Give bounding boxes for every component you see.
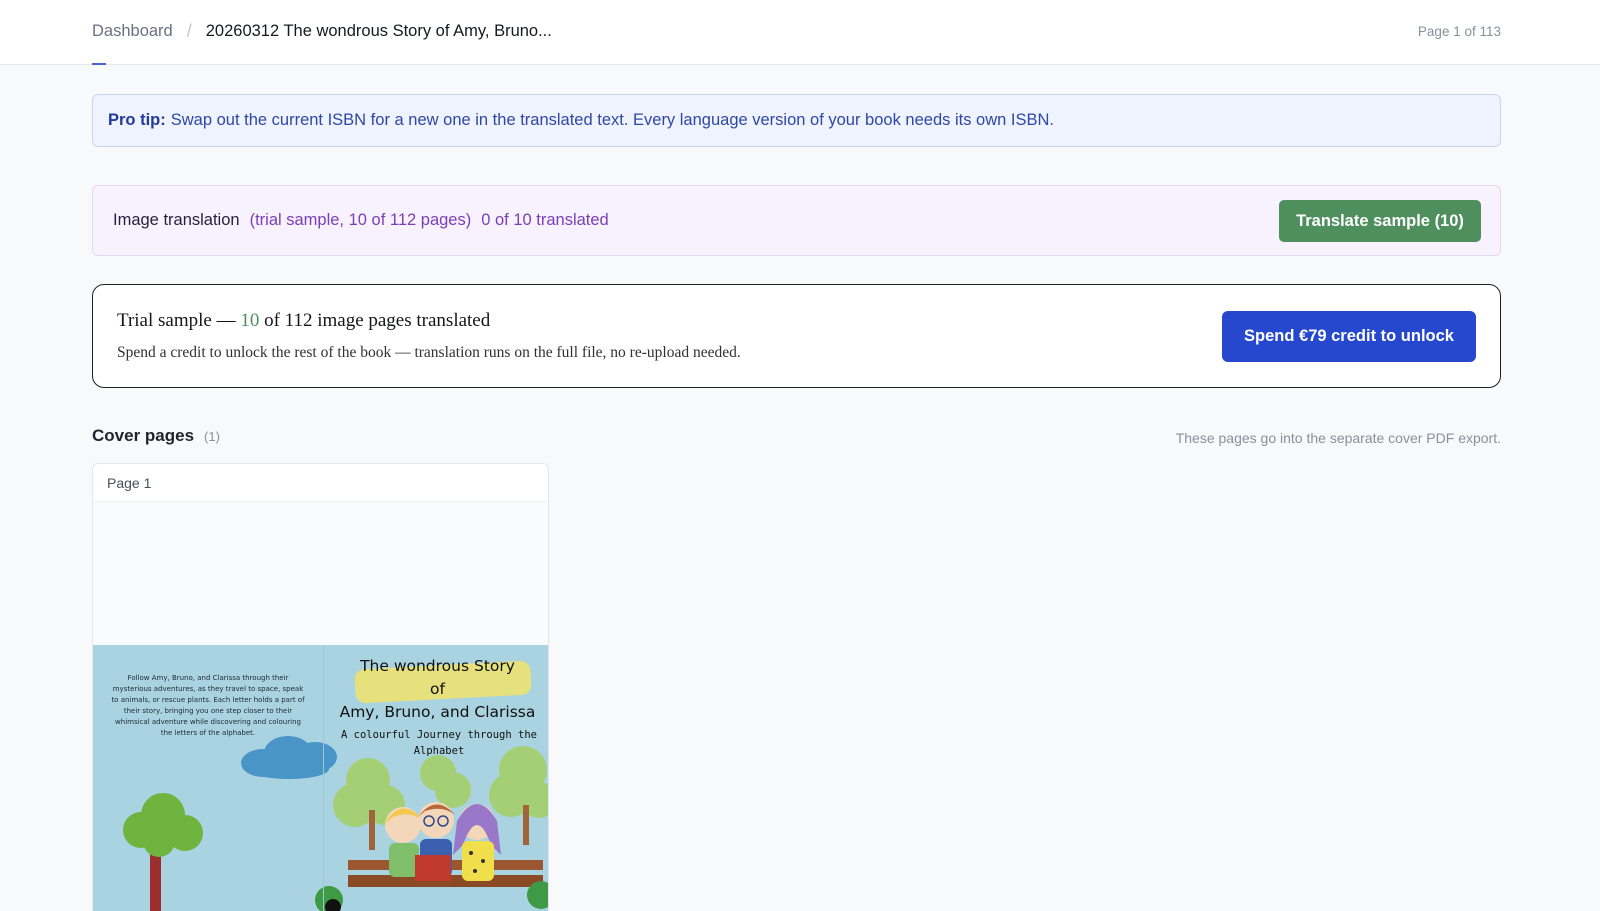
image-translation-label: Image translation [113,211,240,229]
trial-unlock-card: Trial sample — 10 of 112 image pages tra… [92,284,1501,388]
active-indicator [92,63,106,65]
top-bar: Dashboard / 20260312 The wondrous Story … [0,0,1600,65]
trial-subtitle: Spend a credit to unlock the rest of the… [117,344,741,361]
page-card-spacer [93,502,548,645]
pro-tip-banner: Pro tip: Swap out the current ISBN for a… [92,94,1501,147]
trial-title-prefix: Trial sample — [117,310,241,331]
breadcrumb-dashboard-label: Dashboard [92,22,173,40]
image-translation-bar: Image translation (trial sample, 10 of 1… [92,185,1501,256]
cover-pages-title: Cover pages [92,426,195,445]
breadcrumb-separator: / [186,21,192,41]
image-translation-progress: 0 of 10 translated [481,211,609,229]
translate-sample-button[interactable]: Translate sample (10) [1279,200,1481,242]
cover-pages-note: These pages go into the separate cover P… [1175,430,1501,446]
cover-pages-header: Cover pages (1) [92,426,220,446]
pro-tip-label: Pro tip: [108,111,166,129]
book-title: The wondrous Story of Amy, Bruno, and Cl… [325,655,548,724]
cover-page-card[interactable]: Page 1 Follow Amy, Bruno, and Clarissa t… [92,463,549,911]
back-cover-blurb: Follow Amy, Bruno, and Clarissa through … [111,674,305,737]
page-counter: Page 1 of 113 [1417,24,1501,39]
page-card-header: Page 1 [93,464,548,502]
image-translation-meta: (trial sample, 10 of 112 pages) [249,211,472,229]
trial-title-suffix: of 112 image pages translated [259,310,491,331]
trial-title: Trial sample — 10 of 112 image pages tra… [117,310,490,332]
breadcrumb-current-book: 20260312 The wondrous Story of Amy, Brun… [205,22,552,40]
book-title-line3: Amy, Bruno, and Clarissa [339,703,536,721]
cover-spine [323,645,324,911]
kids-illustration [385,802,501,881]
book-subtitle: A colourful Journey through the Alphabet [341,729,537,757]
breadcrumb: Dashboard / 20260312 The wondrous Story … [92,0,552,65]
tree-canopy [123,793,203,857]
unlock-credit-button[interactable]: Spend €79 credit to unlock [1222,311,1476,362]
page-label: Page 1 [107,474,152,491]
book-title-line1: The wondrous Story [360,657,515,675]
pro-tip-text: Swap out the current ISBN for a new one … [170,111,1054,129]
trial-title-count: 10 [240,310,260,331]
cover-image: Follow Amy, Bruno, and Clarissa through … [93,645,548,911]
book-title-line2: of [430,680,445,698]
cover-pages-count: (1) [204,429,220,444]
breadcrumb-dashboard-link[interactable]: Dashboard [92,0,173,65]
